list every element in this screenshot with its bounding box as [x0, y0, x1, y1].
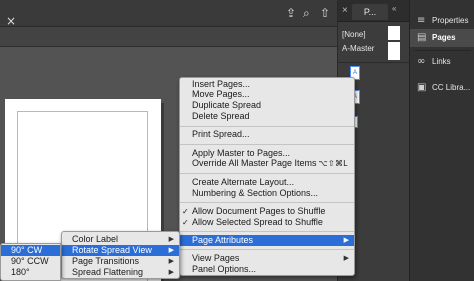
menu-item-shortcut: ⌥⇧⌘L: [318, 159, 348, 168]
menu-item-label: Panel Options...: [192, 264, 257, 274]
menu-separator: [180, 126, 354, 127]
menu-separator: [180, 202, 354, 203]
close-icon[interactable]: ×: [6, 15, 16, 27]
none-master-thumbnail[interactable]: [388, 26, 400, 40]
menu-item-label: Numbering & Section Options...: [192, 188, 319, 198]
menu-item-delete-spread[interactable]: Delete Spread: [180, 111, 354, 122]
dock-item-links[interactable]: ∞ Links: [410, 53, 474, 71]
dock-item-label: Links: [432, 57, 451, 66]
a-master-thumbnail[interactable]: [388, 42, 400, 60]
menu-separator: [180, 231, 354, 232]
menu-item-numbering-section[interactable]: Numbering & Section Options...: [180, 188, 354, 199]
submenu-arrow-icon: ▶: [343, 255, 349, 262]
dock-item-properties[interactable]: ≡ Properties: [410, 12, 474, 30]
dock-item-label: Properties: [432, 16, 469, 25]
menu-item-rotate-90-cw[interactable]: 90° CW: [1, 245, 60, 256]
dock-item-label: Pages: [432, 33, 456, 42]
menu-item-print-spread[interactable]: Print Spread...: [180, 129, 354, 140]
menu-item-view-pages[interactable]: View Pages ▶: [180, 253, 354, 264]
menu-item-create-alternate-layout[interactable]: Create Alternate Layout...: [180, 177, 354, 188]
menu-item-label: Allow Document Pages to Shuffle: [192, 206, 326, 216]
menu-item-panel-options[interactable]: Panel Options...: [180, 264, 354, 275]
menu-item-label: Allow Selected Spread to Shuffle: [192, 217, 323, 227]
rotate-spread-submenu: 90° CW 90° CCW 180°: [0, 243, 61, 281]
dock-item-pages[interactable]: ▤ Pages: [410, 29, 474, 47]
properties-icon: ≡: [417, 15, 426, 26]
menu-item-label: 90° CCW: [11, 256, 49, 266]
close-icon[interactable]: ×: [342, 5, 348, 16]
menu-separator: [180, 144, 354, 145]
panel-dock: ≡ Properties ▤ Pages ∞ Links ▣ CC Libra.…: [409, 0, 474, 281]
tab-pages[interactable]: P...: [352, 4, 388, 20]
menu-separator: [180, 173, 354, 174]
menu-item-move-pages[interactable]: Move Pages...: [180, 89, 354, 100]
cc-libraries-icon: ▣: [417, 82, 427, 93]
dock-divider: [414, 50, 471, 51]
menu-item-label: Duplicate Spread: [192, 100, 262, 110]
menu-item-allow-document-shuffle[interactable]: ✓ Allow Document Pages to Shuffle: [180, 206, 354, 217]
menu-item-label: Spread Flattening: [72, 267, 144, 277]
submenu-arrow-icon: ▶: [168, 269, 174, 276]
submenu-arrow-icon: ▶: [168, 247, 174, 254]
menu-item-override-master-items[interactable]: Override All Master Page Items ⌥⇧⌘L: [180, 158, 354, 169]
menu-item-label: Page Transitions: [72, 256, 140, 266]
links-icon: ∞: [417, 56, 426, 67]
submenu-arrow-icon: ▶: [343, 237, 349, 244]
menu-item-rotate-90-ccw[interactable]: 90° CCW: [1, 256, 60, 267]
document-tab-strip: [0, 27, 337, 47]
search-icon[interactable]: ⌕: [303, 7, 310, 19]
checkmark-icon: ✓: [182, 207, 189, 216]
menu-item-allow-spread-shuffle[interactable]: ✓ Allow Selected Spread to Shuffle: [180, 217, 354, 228]
pages-context-menu: Insert Pages... Move Pages... Duplicate …: [179, 77, 355, 276]
menu-item-label: Page Attributes: [192, 235, 254, 245]
menu-item-color-label[interactable]: Color Label ▶: [62, 234, 179, 245]
menu-item-label: Override All Master Page Items: [192, 158, 317, 168]
dock-item-label: CC Libra...: [432, 83, 471, 92]
pages-panel-header: × P... «: [338, 0, 410, 22]
none-master-label[interactable]: [None]: [342, 30, 366, 39]
menu-item-label: Create Alternate Layout...: [192, 177, 295, 187]
a-master-label[interactable]: A-Master: [342, 44, 374, 53]
menu-item-rotate-180[interactable]: 180°: [1, 267, 60, 278]
menu-item-spread-flattening[interactable]: Spread Flattening ▶: [62, 267, 179, 278]
menu-item-label: Delete Spread: [192, 111, 250, 121]
panel-divider[interactable]: [338, 62, 410, 63]
document-title-bar: × ⇪ ⌕ ⇧: [0, 0, 337, 27]
page-attributes-submenu: Color Label ▶ Rotate Spread View ▶ Page …: [61, 231, 180, 279]
menu-item-rotate-spread-view[interactable]: Rotate Spread View ▶: [62, 245, 179, 256]
menu-item-label: 180°: [11, 267, 30, 277]
share-icon[interactable]: ⇧: [320, 7, 330, 19]
submenu-arrow-icon: ▶: [168, 236, 174, 243]
dock-item-cc-libraries[interactable]: ▣ CC Libra...: [410, 79, 474, 97]
pages-icon: ▤: [417, 32, 427, 43]
collapse-icon[interactable]: «: [392, 4, 396, 13]
checkmark-icon: ✓: [182, 218, 189, 227]
menu-item-label: Print Spread...: [192, 129, 250, 139]
menu-item-label: Color Label: [72, 234, 119, 244]
menu-item-page-transitions[interactable]: Page Transitions ▶: [62, 256, 179, 267]
menu-item-label: Move Pages...: [192, 89, 250, 99]
menu-separator: [180, 249, 354, 250]
menu-item-duplicate-spread[interactable]: Duplicate Spread: [180, 100, 354, 111]
upload-icon[interactable]: ⇪: [286, 7, 296, 19]
menu-item-page-attributes[interactable]: Page Attributes ▶: [180, 235, 354, 246]
menu-item-label: 90° CW: [11, 245, 43, 255]
submenu-arrow-icon: ▶: [168, 258, 174, 265]
menu-item-label: Rotate Spread View: [72, 245, 152, 255]
menu-item-label: View Pages: [192, 253, 240, 263]
